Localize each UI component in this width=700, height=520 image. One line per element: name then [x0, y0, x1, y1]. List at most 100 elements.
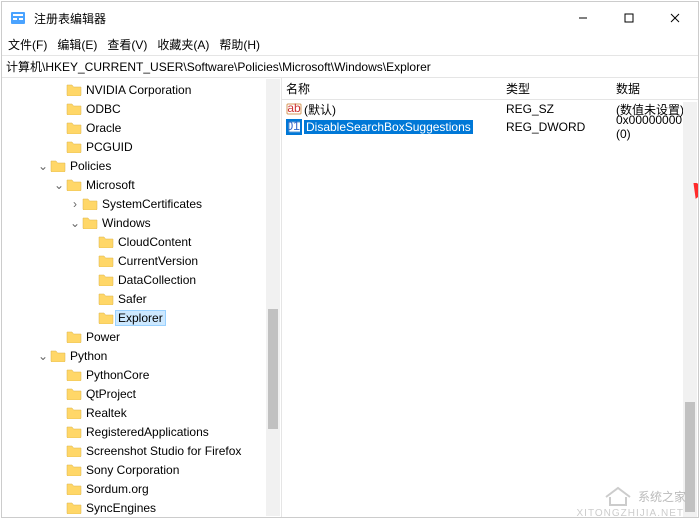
close-button[interactable]	[652, 2, 698, 34]
tree-scrollbar[interactable]	[266, 79, 280, 516]
tree-node-label: RegisteredApplications	[86, 425, 209, 439]
tree-node-qtproject[interactable]: QtProject	[4, 384, 263, 403]
tree-node-label: Explorer	[115, 310, 166, 326]
tree-node-microsoft[interactable]: ⌄ Microsoft	[4, 175, 263, 194]
value-name: DisableSearchBoxSuggestions	[304, 120, 473, 134]
window-title: 注册表编辑器	[34, 10, 106, 27]
list-body[interactable]: ab(默认)REG_SZ(数值未设置)011DisableSearchBoxSu…	[282, 100, 698, 517]
tree-node-sordum-org[interactable]: Sordum.org	[4, 479, 263, 498]
tree-node-label: PythonCore	[86, 368, 149, 382]
value-name: (默认)	[304, 101, 336, 118]
regedit-app-icon	[10, 10, 26, 26]
chevron-down-icon[interactable]: ⌄	[36, 159, 50, 173]
folder-icon	[66, 140, 82, 153]
column-type[interactable]: 类型	[502, 80, 612, 97]
value-type: REG_SZ	[502, 102, 612, 116]
folder-icon	[50, 349, 66, 362]
tree-node-label: Power	[86, 330, 120, 344]
tree-node-power[interactable]: Power	[4, 327, 263, 346]
tree-node-label: CurrentVersion	[118, 254, 198, 268]
tree-node-label: CloudContent	[118, 235, 191, 249]
tree-node-syncengines[interactable]: SyncEngines	[4, 498, 263, 517]
folder-icon	[66, 83, 82, 96]
folder-icon	[98, 235, 114, 248]
folder-icon	[66, 121, 82, 134]
minimize-button[interactable]	[560, 2, 606, 34]
list-pane: 名称 类型 数据 ab(默认)REG_SZ(数值未设置)011DisableSe…	[282, 78, 698, 517]
tree-node-systemcertificates[interactable]: ›SystemCertificates	[4, 194, 263, 213]
tree-node-cloudcontent[interactable]: CloudContent	[4, 232, 263, 251]
folder-icon	[98, 292, 114, 305]
column-name[interactable]: 名称	[282, 80, 502, 97]
tree-pane[interactable]: NVIDIA Corporation ODBC Oracle PCGUID ⌄ Polic…	[2, 78, 282, 517]
list-header: 名称 类型 数据	[282, 78, 698, 100]
tree-node-label: SyncEngines	[86, 501, 156, 515]
value-row[interactable]: 011DisableSearchBoxSuggestionsREG_DWORD0…	[282, 118, 698, 136]
tree-node-label: ODBC	[86, 102, 121, 116]
tree-node-label: PCGUID	[86, 140, 133, 154]
tree-scroll-thumb[interactable]	[268, 309, 278, 429]
folder-icon	[66, 102, 82, 115]
folder-icon	[98, 311, 114, 324]
svg-text:011: 011	[288, 119, 300, 133]
folder-icon	[66, 387, 82, 400]
address-bar[interactable]: 计算机\HKEY_CURRENT_USER\Software\Policies\…	[2, 56, 698, 78]
tree-node-label: Screenshot Studio for Firefox	[86, 444, 241, 458]
tree-node-datacollection[interactable]: DataCollection	[4, 270, 263, 289]
string-value-icon: ab	[286, 101, 302, 117]
menu-file[interactable]: 文件(F)	[8, 36, 47, 53]
folder-icon	[66, 425, 82, 438]
tree-node-nvidia-corporation[interactable]: NVIDIA Corporation	[4, 80, 263, 99]
menu-favorites[interactable]: 收藏夹(A)	[157, 36, 209, 53]
folder-icon	[98, 273, 114, 286]
chevron-right-icon[interactable]: ›	[68, 197, 82, 211]
tree-node-sony-corporation[interactable]: Sony Corporation	[4, 460, 263, 479]
tree-node-policies[interactable]: ⌄ Policies	[4, 156, 263, 175]
folder-icon	[66, 463, 82, 476]
menu-edit[interactable]: 编辑(E)	[57, 36, 97, 53]
column-data[interactable]: 数据	[612, 80, 698, 97]
maximize-button[interactable]	[606, 2, 652, 34]
tree-node-registeredapplications[interactable]: RegisteredApplications	[4, 422, 263, 441]
menu-view[interactable]: 查看(V)	[107, 36, 147, 53]
tree-node-label: Python	[70, 349, 107, 363]
svg-text:ab: ab	[287, 101, 301, 115]
folder-icon	[66, 368, 82, 381]
folder-icon	[66, 444, 82, 457]
chevron-down-icon[interactable]: ⌄	[52, 178, 66, 192]
regedit-window: 注册表编辑器 文件(F) 编辑(E) 查看(V) 收藏夹(A) 帮助(H) 计算…	[1, 1, 699, 518]
tree-node-safer[interactable]: Safer	[4, 289, 263, 308]
tree-node-label: Windows	[102, 216, 151, 230]
tree-node-odbc[interactable]: ODBC	[4, 99, 263, 118]
tree-node-label: Microsoft	[86, 178, 135, 192]
tree-node-screenshot-studio-for-firefox[interactable]: Screenshot Studio for Firefox	[4, 441, 263, 460]
menu-help[interactable]: 帮助(H)	[219, 36, 260, 53]
tree-node-label: Sony Corporation	[86, 463, 179, 477]
tree-node-label: QtProject	[86, 387, 136, 401]
tree-node-label: DataCollection	[118, 273, 196, 287]
titlebar: 注册表编辑器	[2, 2, 698, 34]
folder-icon	[82, 216, 98, 229]
tree-node-label: Safer	[118, 292, 147, 306]
tree-node-python[interactable]: ⌄ Python	[4, 346, 263, 365]
tree-node-realtek[interactable]: Realtek	[4, 403, 263, 422]
folder-icon	[82, 197, 98, 210]
chevron-down-icon[interactable]: ⌄	[68, 216, 82, 230]
tree-node-label: Policies	[70, 159, 111, 173]
list-scrollbar[interactable]	[683, 102, 697, 517]
tree-node-label: Realtek	[86, 406, 127, 420]
tree-node-oracle[interactable]: Oracle	[4, 118, 263, 137]
tree-node-windows[interactable]: ⌄ Windows	[4, 213, 263, 232]
value-type: REG_DWORD	[502, 120, 612, 134]
binary-value-icon: 011	[286, 119, 302, 135]
tree-node-label: NVIDIA Corporation	[86, 83, 191, 97]
tree-node-pythoncore[interactable]: PythonCore	[4, 365, 263, 384]
list-scroll-thumb[interactable]	[685, 402, 695, 512]
folder-icon	[66, 178, 82, 191]
chevron-down-icon[interactable]: ⌄	[36, 349, 50, 363]
folder-icon	[50, 159, 66, 172]
tree-node-currentversion[interactable]: CurrentVersion	[4, 251, 263, 270]
tree-node-explorer[interactable]: Explorer	[4, 308, 263, 327]
watermark: 系统之家	[604, 485, 686, 507]
tree-node-pcguid[interactable]: PCGUID	[4, 137, 263, 156]
